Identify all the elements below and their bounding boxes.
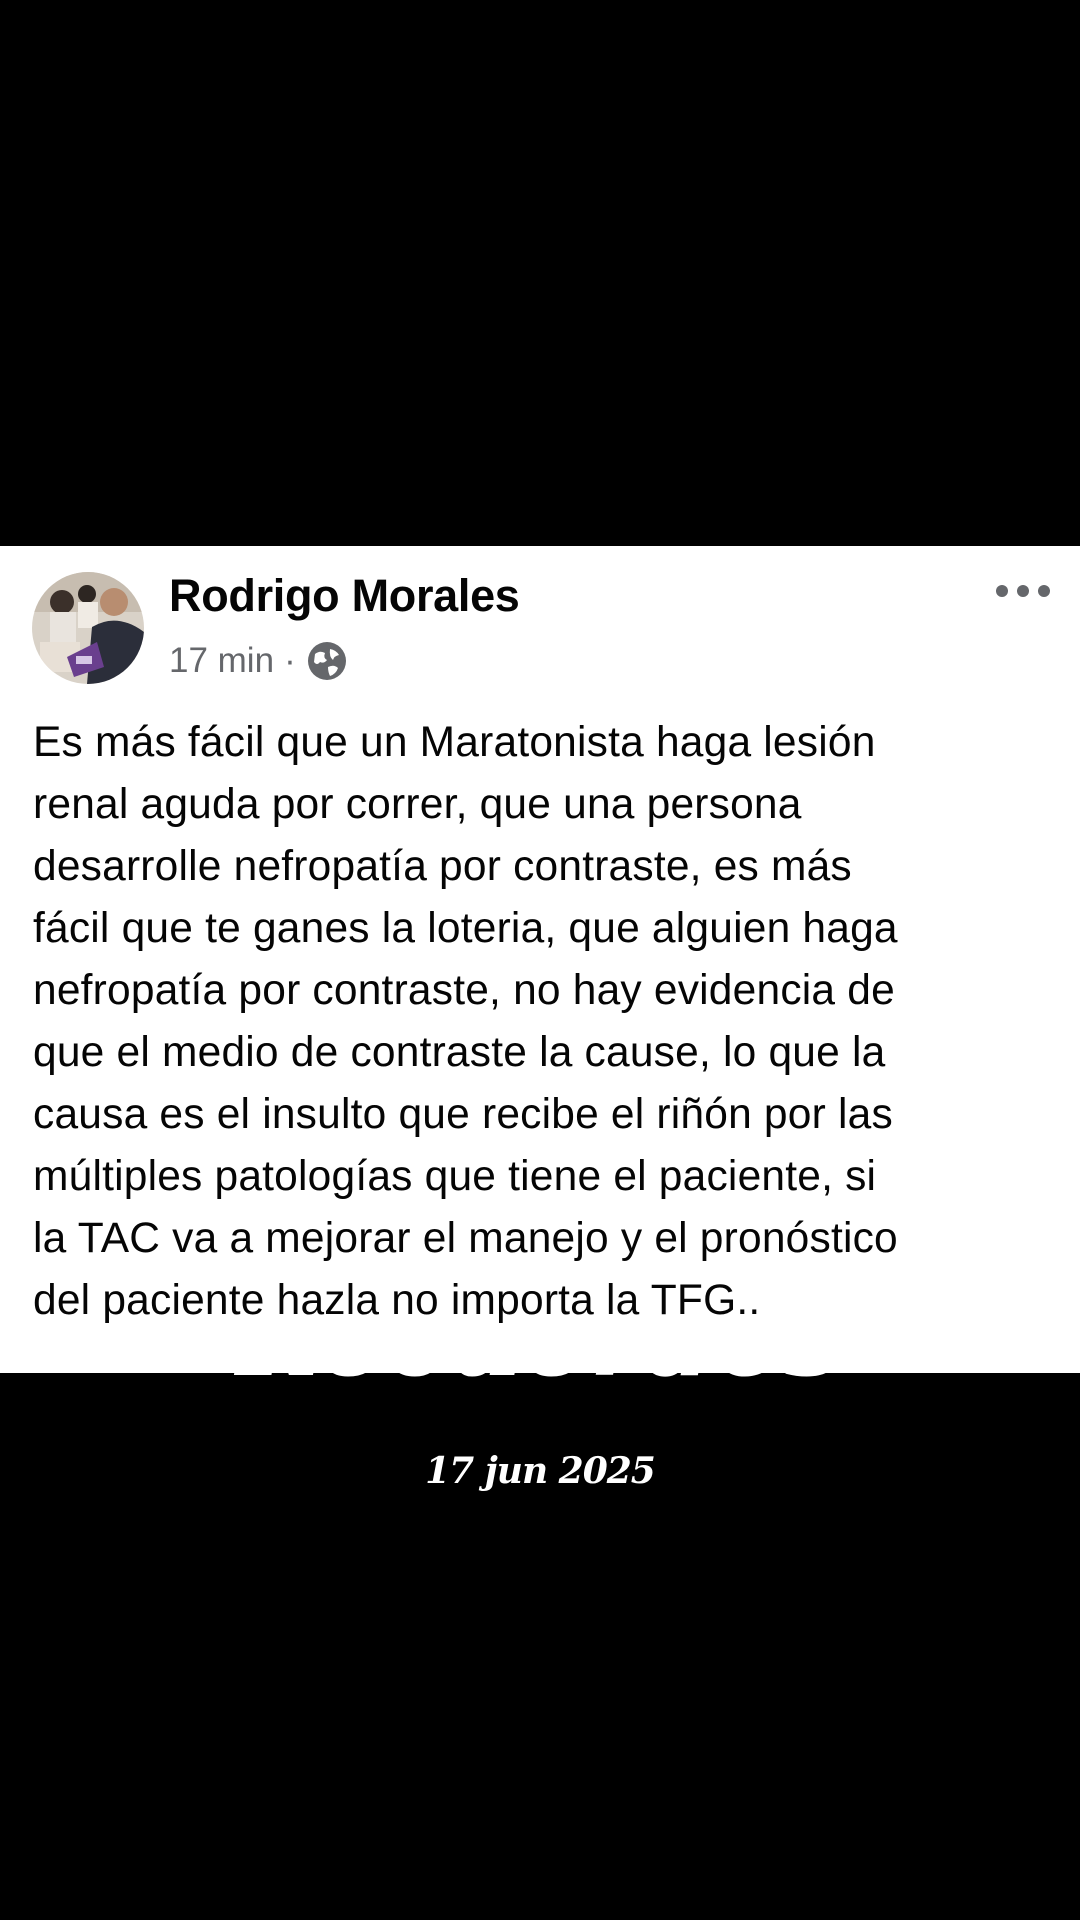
more-options-icon[interactable] (996, 576, 1050, 606)
post-time[interactable]: 17 min (169, 641, 274, 681)
globe-icon[interactable] (306, 640, 348, 682)
more-dot (1038, 585, 1050, 597)
post-text: Es más fácil que un Maratonista haga les… (33, 719, 898, 1324)
avatar-photo (32, 572, 144, 684)
avatar[interactable] (32, 572, 144, 684)
memory-date: 17 jun 2025 (425, 1450, 656, 1492)
author-name[interactable]: Rodrigo Morales (169, 570, 520, 622)
more-dot (996, 585, 1008, 597)
meta-separator: · (284, 641, 296, 680)
post-meta: 17 min · (169, 638, 348, 684)
more-dot (1017, 585, 1029, 597)
post-card: Rodrigo Morales 17 min · Es más fácil qu… (0, 546, 1080, 1373)
